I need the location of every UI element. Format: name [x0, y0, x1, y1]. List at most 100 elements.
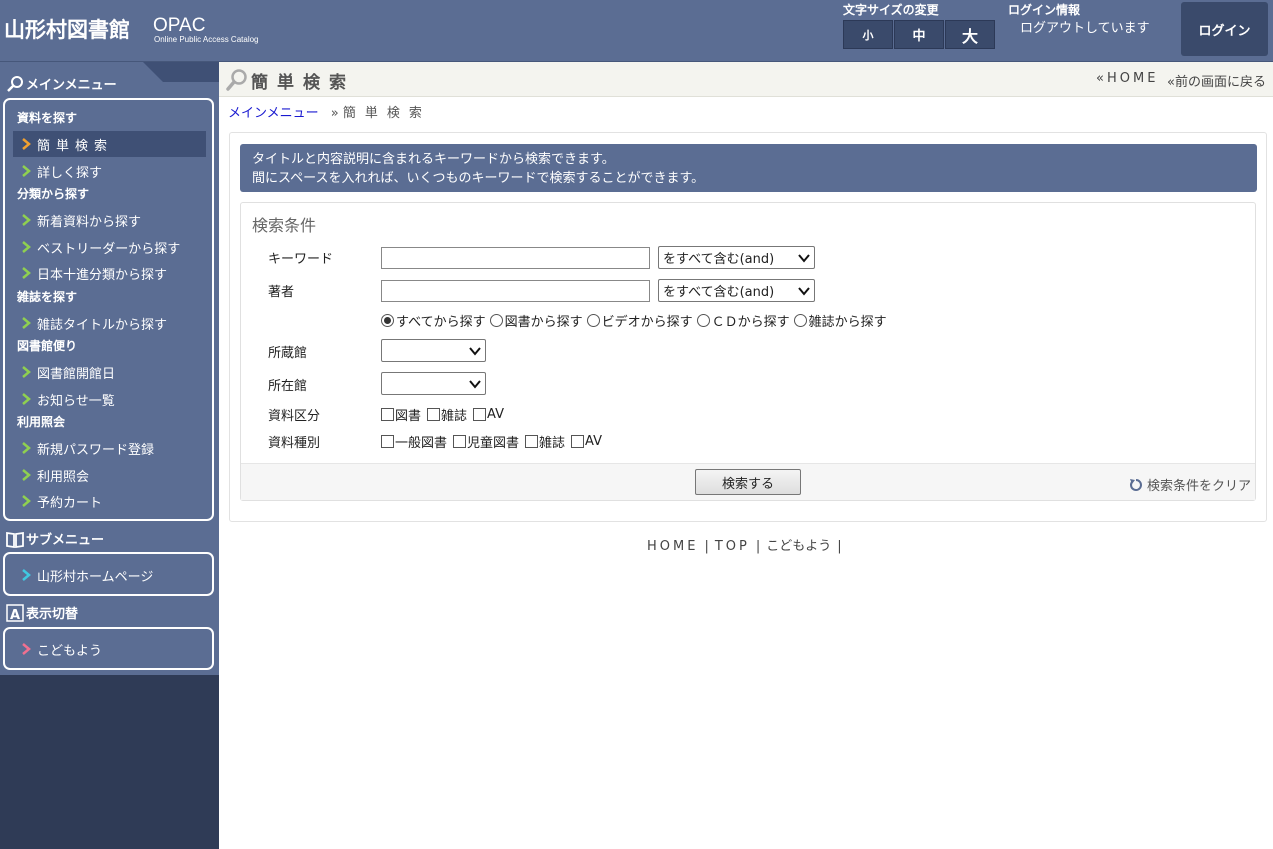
main-menu-box: 資料を探す 簡単検索 詳しく探す 分類から探す 新着資料から探す ベストリーダー… [3, 98, 214, 521]
sidebar-item-ndc[interactable]: 日本十進分類から探す [13, 260, 206, 286]
search-conditions-box: 検索条件 キーワード をすべて含む(and) 著者 をすべて含む(and) すべ… [240, 202, 1256, 501]
footer-kids-link[interactable]: こどもよう [766, 539, 831, 554]
sidebar-item-reservation-cart[interactable]: 予約カート [13, 488, 206, 514]
material-category-label: 資料区分 [268, 409, 321, 424]
chevron-right-icon [22, 469, 31, 481]
title-bar: 簡単検索 «HOME «前の画面に戻る [219, 62, 1273, 97]
author-input[interactable] [381, 280, 650, 302]
location-library-select[interactable] [381, 372, 486, 395]
author-mode-select[interactable]: をすべて含む(and) [658, 279, 815, 302]
location-library-label: 所在館 [268, 379, 308, 394]
sidebar-item-detailed-search[interactable]: 詳しく探す [13, 158, 206, 184]
display-switch-icon: A [6, 603, 24, 622]
search-conditions-title: 検索条件 [252, 216, 317, 235]
checkbox-type-av[interactable]: AV [571, 434, 602, 449]
sidebar-item-opening-days[interactable]: 図書館開館日 [13, 359, 206, 385]
sidebar-item-kids-mode[interactable]: こどもよう [13, 636, 206, 662]
font-size-small-button[interactable]: 小 [843, 20, 893, 49]
checkbox-type-magazine[interactable]: 雑誌 [525, 432, 565, 451]
chevron-right-icon [22, 165, 31, 177]
sub-menu-heading: サブメニュー [6, 529, 104, 548]
radio-all[interactable]: すべてから探す [381, 311, 486, 330]
chevron-down-icon [798, 287, 810, 296]
checkbox-material-magazine[interactable]: 雑誌 [427, 405, 467, 424]
sidebar-item-new-arrivals[interactable]: 新着資料から探す [13, 207, 206, 233]
button-row: 検索する 検索条件をクリア [241, 463, 1255, 500]
footer-home-link[interactable]: HOME [647, 539, 698, 554]
group-title-category: 分類から探す [17, 187, 90, 201]
chevron-right-icon [22, 442, 31, 454]
sidebar-item-magazine-title[interactable]: 雑誌タイトルから探す [13, 310, 206, 336]
sidebar-item-new-password[interactable]: 新規パスワード登録 [13, 435, 206, 461]
footer-top-link[interactable]: TOP [715, 539, 750, 554]
breadcrumb-current: 簡単検索 [342, 106, 431, 121]
font-size-label: 文字サイズの変更 [843, 3, 939, 17]
chevron-right-icon [22, 138, 31, 150]
breadcrumb: メインメニュー » 簡単検索 [228, 102, 431, 121]
opac-logo: OPAC [153, 15, 206, 36]
checkbox-type-children[interactable]: 児童図書 [453, 432, 519, 451]
chevron-right-icon [22, 569, 31, 581]
footer: HOME | TOP | こどもよう | [647, 539, 842, 554]
display-switch-title: 表示切替 [26, 607, 79, 622]
display-switch-box: こどもよう [3, 627, 214, 670]
group-title-search: 資料を探す [17, 111, 78, 125]
font-size-medium-button[interactable]: 中 [894, 20, 944, 49]
font-size-large-button[interactable]: 大 [945, 20, 995, 49]
info-line-2: 間にスペースを入れれば、いくつものキーワードで検索することができます。 [252, 171, 705, 186]
group-title-magazine: 雑誌を探す [17, 290, 78, 304]
chevron-right-icon [22, 393, 31, 405]
radio-magazine[interactable]: 雑誌から探す [793, 311, 887, 330]
search-icon [226, 69, 247, 91]
header: 山形村図書館 OPAC Online Public Access Catalog… [0, 0, 1273, 62]
chevron-right-icon [22, 495, 31, 507]
search-icon [7, 75, 23, 92]
sidebar: メインメニュー 資料を探す 簡単検索 詳しく探す 分類から探す 新着資料から探す… [0, 62, 219, 849]
radio-cd[interactable]: ＣＤから探す [696, 311, 790, 330]
chevron-right-icon [22, 317, 31, 329]
group-title-usage: 利用照会 [17, 415, 66, 429]
keyword-mode-select[interactable]: をすべて含む(and) [658, 246, 815, 269]
search-panel: タイトルと内容説明に含まれるキーワードから検索できます。 間にスペースを入れれば… [229, 132, 1267, 522]
reset-icon [1130, 478, 1142, 491]
sidebar-item-best-readers[interactable]: ベストリーダーから探す [13, 234, 206, 260]
radio-video[interactable]: ビデオから探す [586, 311, 693, 330]
keyword-label: キーワード [268, 252, 334, 267]
sub-menu-box: 山形村ホームページ [3, 552, 214, 596]
display-switch-heading: A 表示切替 [6, 603, 78, 622]
chevron-right-icon [22, 267, 31, 279]
holding-library-label: 所蔵館 [268, 346, 308, 361]
holding-library-select[interactable] [381, 339, 486, 362]
book-icon [6, 531, 24, 548]
sub-menu-title: サブメニュー [26, 533, 105, 548]
material-scope-radios: すべてから探す 図書から探す ビデオから探す ＣＤから探す 雑誌から探す [381, 311, 891, 330]
material-type-checkboxes: 一般図書 児童図書 雑誌 AV [381, 432, 608, 451]
sidebar-item-usage-inquiry[interactable]: 利用照会 [13, 462, 206, 488]
back-link[interactable]: «前の画面に戻る [1167, 71, 1266, 90]
material-category-checkboxes: 図書 雑誌 AV [381, 405, 510, 424]
breadcrumb-separator: » [330, 106, 343, 121]
keyword-input[interactable] [381, 247, 650, 269]
clear-conditions-link[interactable]: 検索条件をクリア [1129, 475, 1251, 494]
sidebar-item-simple-search[interactable]: 簡単検索 [13, 131, 206, 157]
radio-books[interactable]: 図書から探す [489, 311, 583, 330]
site-title[interactable]: 山形村図書館 [4, 14, 130, 44]
main-menu-heading: メインメニュー [6, 74, 117, 93]
checkbox-type-general[interactable]: 一般図書 [381, 432, 447, 451]
login-button[interactable]: ログイン [1181, 2, 1268, 56]
chevron-down-icon [798, 254, 810, 263]
info-box: タイトルと内容説明に含まれるキーワードから検索できます。 間にスペースを入れれば… [240, 144, 1257, 192]
chevron-right-icon [22, 366, 31, 378]
breadcrumb-main-menu-link[interactable]: メインメニュー [228, 106, 319, 121]
checkbox-material-book[interactable]: 図書 [381, 405, 421, 424]
chevron-right-icon [22, 241, 31, 253]
chevron-down-icon [469, 347, 481, 356]
chevron-right-icon [22, 214, 31, 226]
login-status: ログアウトしています [1020, 21, 1150, 36]
sidebar-item-notices[interactable]: お知らせ一覧 [13, 386, 206, 412]
author-label: 著者 [268, 285, 295, 300]
checkbox-material-av[interactable]: AV [473, 407, 504, 422]
sidebar-item-village-homepage[interactable]: 山形村ホームページ [13, 562, 206, 588]
home-link[interactable]: «HOME [1096, 71, 1158, 86]
search-button[interactable]: 検索する [695, 469, 801, 495]
